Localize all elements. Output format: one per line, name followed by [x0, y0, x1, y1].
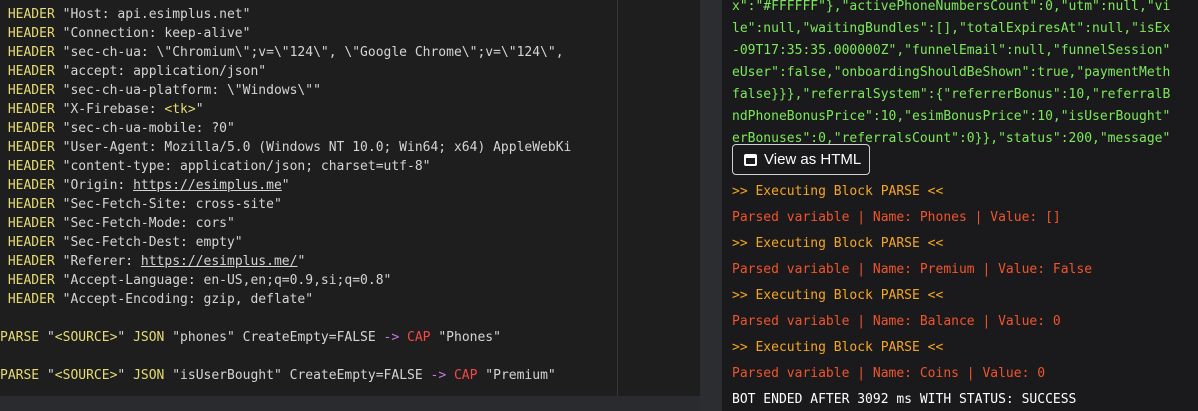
parsed-variable-line: Parsed variable | Name: Coins | Value: 0 — [732, 366, 1046, 381]
parse-line-phones[interactable]: PARSE "<SOURCE>" JSON "phones" CreateEmp… — [0, 328, 501, 347]
header-line[interactable]: HEADER "sec-ch-ua-platform: \"Windows\"" — [0, 81, 321, 100]
response-json-line: ndPhoneBonusPrice":10,"esimBonusPrice":1… — [732, 109, 1171, 124]
header-line[interactable]: HEADER "content-type: application/json; … — [0, 157, 431, 176]
exec-block-line: >> Executing Block PARSE << — [732, 340, 944, 355]
header-line[interactable]: HEADER "Origin: https://esimplus.me" — [0, 176, 290, 195]
header-line[interactable]: HEADER "Sec-Fetch-Mode: cors" — [0, 214, 235, 233]
header-line[interactable]: HEADER "accept: application/json" — [0, 62, 266, 81]
script-editor[interactable]: HEADER "Host: api.esimplus.net" HEADER "… — [0, 0, 700, 396]
debugger-log-panel: x":"#FFFFFF"},"activePhoneNumbersCount":… — [722, 0, 1198, 411]
response-json-line: -09T17:35:35.000000Z","funnelEmail":null… — [732, 43, 1171, 58]
view-as-html-button[interactable]: View as HTML — [732, 144, 870, 175]
header-line[interactable]: HEADER "Sec-Fetch-Site: cross-site" — [0, 195, 282, 214]
parsed-variable-line: Parsed variable | Name: Premium | Value:… — [732, 262, 1093, 277]
parsed-variable-line: Parsed variable | Name: Balance | Value:… — [732, 314, 1061, 329]
bot-end-status: BOT ENDED AFTER 3092 ms WITH STATUS: SUC… — [732, 392, 1077, 407]
window-icon — [744, 153, 757, 166]
exec-block-line: >> Executing Block PARSE << — [732, 288, 944, 303]
response-json-line: x":"#FFFFFF"},"activePhoneNumbersCount":… — [732, 0, 1171, 14]
exec-block-line: >> Executing Block PARSE << — [732, 184, 944, 199]
panel-splitter[interactable] — [700, 0, 722, 411]
header-line[interactable]: HEADER "Accept-Language: en-US,en;q=0.9,… — [0, 271, 392, 290]
editor-gutter-line — [617, 0, 618, 396]
parse-line-premium[interactable]: PARSE "<SOURCE>" JSON "isUserBought" Cre… — [0, 366, 556, 385]
tk-variable: <tk> — [164, 102, 196, 117]
referer-link[interactable]: https://esimplus.me/ — [141, 254, 298, 269]
header-line[interactable]: HEADER "X-Firebase: <tk>" — [0, 100, 204, 119]
parsed-variable-line: Parsed variable | Name: Phones | Value: … — [732, 210, 1061, 225]
response-json-line: false}}},"referralSystem":{"referrerBonu… — [732, 87, 1171, 102]
header-line[interactable]: HEADER "sec-ch-ua: \"Chromium\";v=\"124\… — [0, 43, 564, 62]
editor-horizontal-scrollbar[interactable] — [0, 396, 700, 411]
header-line[interactable]: HEADER "Connection: keep-alive" — [0, 24, 251, 43]
header-line[interactable]: HEADER "Host: api.esimplus.net" — [0, 5, 251, 24]
header-line[interactable]: HEADER "Accept-Encoding: gzip, deflate" — [0, 290, 313, 309]
response-json-line: eUser":false,"onboardingShouldBeShown":t… — [732, 65, 1171, 80]
header-line[interactable]: HEADER "Referer: https://esimplus.me/" — [0, 252, 305, 271]
header-line[interactable]: HEADER "sec-ch-ua-mobile: ?0" — [0, 119, 235, 138]
exec-block-line: >> Executing Block PARSE << — [732, 236, 944, 251]
response-json-line: le":null,"waitingBundles":[],"totalExpir… — [732, 21, 1171, 36]
origin-link[interactable]: https://esimplus.me — [133, 178, 282, 193]
header-line[interactable]: HEADER "Sec-Fetch-Dest: empty" — [0, 233, 243, 252]
header-line[interactable]: HEADER "User-Agent: Mozilla/5.0 (Windows… — [0, 138, 572, 157]
